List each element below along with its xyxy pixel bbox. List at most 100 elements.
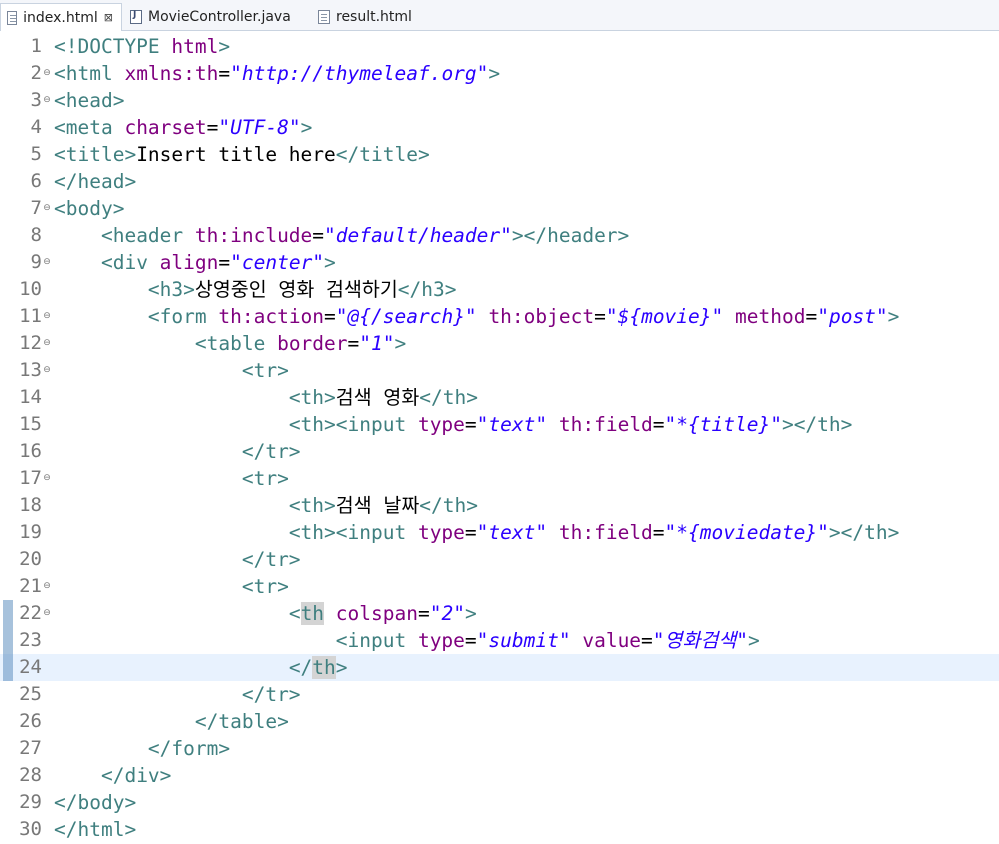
code-token: </h3> <box>397 278 457 301</box>
code-line[interactable]: 27 </form> <box>0 735 999 762</box>
code-token: type <box>417 413 465 436</box>
code-line[interactable]: 1 <!DOCTYPE html> <box>0 33 999 60</box>
code-line[interactable]: 18 <th>검색 날짜</th> <box>0 492 999 519</box>
code-token: <th><input <box>288 521 418 544</box>
code-token: <input <box>335 629 418 652</box>
code-line[interactable]: 11 ⊖ <form th:action="@{/search}" th:obje… <box>0 303 999 330</box>
code-token: = <box>218 251 231 274</box>
code-token: = <box>312 224 325 247</box>
fold-toggle-icon[interactable]: ⊖ <box>42 465 52 492</box>
code-line[interactable]: 10 <h3>상영중인 영화 검색하기</h3> <box>0 276 999 303</box>
code-line[interactable]: 19 <th><input type="text" th:field="*{mo… <box>0 519 999 546</box>
fold-toggle-icon[interactable]: ⊖ <box>42 330 52 357</box>
code-text: <div align="center"> <box>54 249 336 276</box>
code-line[interactable]: 23 <input type="submit" value="영화검색"> <box>0 627 999 654</box>
code-token: <head> <box>54 89 125 112</box>
code-text: <table border="1"> <box>54 330 406 357</box>
code-token: th:object <box>488 305 595 328</box>
code-line[interactable]: 17 ⊖ <tr> <box>0 465 999 492</box>
code-line[interactable]: 15 <th><input type="text" th:field="*{ti… <box>0 411 999 438</box>
code-token: <th> <box>288 386 336 409</box>
code-token: = <box>347 332 360 355</box>
code-line[interactable]: 30 </html> <box>0 816 999 843</box>
code-line[interactable]: 22 ⊖ <th colspan="2"> <box>0 600 999 627</box>
line-number: 16 <box>19 440 42 462</box>
line-number: 14 <box>19 386 42 408</box>
tab-index-html[interactable]: index.html ⊠ <box>0 3 122 31</box>
code-token: "*{moviedate}" <box>664 521 829 544</box>
line-number: 3 <box>30 89 42 111</box>
code-token: type <box>417 521 465 544</box>
code-text: </div> <box>54 762 171 789</box>
line-number: 9 <box>30 251 42 273</box>
code-text: <meta charset="UTF-8"> <box>54 114 312 141</box>
line-number: 13 <box>19 359 42 381</box>
code-line[interactable]: 16 </tr> <box>0 438 999 465</box>
code-text: </table> <box>54 708 289 735</box>
code-text: <th>검색 날짜</th> <box>54 492 478 519</box>
code-text: <tr> <box>54 357 289 384</box>
code-token: align <box>159 251 219 274</box>
code-text: <th>검색 영화</th> <box>54 384 478 411</box>
code-token: <header <box>100 224 195 247</box>
code-line[interactable]: 12 ⊖ <table border="1"> <box>0 330 999 357</box>
fold-toggle-icon[interactable]: ⊖ <box>42 573 52 600</box>
code-line[interactable]: 2 ⊖ <html xmlns:th="http://thymeleaf.org"> <box>0 60 999 87</box>
line-number: 10 <box>19 278 42 300</box>
line-number: 27 <box>19 737 42 759</box>
fold-toggle-icon[interactable]: ⊖ <box>42 600 52 627</box>
code-line[interactable]: 4 <meta charset="UTF-8"> <box>0 114 999 141</box>
code-text: <input type="submit" value="영화검색"> <box>54 627 760 654</box>
code-token: </tr> <box>241 683 301 706</box>
code-token: <html <box>54 62 125 85</box>
code-token: <h3> <box>147 278 195 301</box>
code-line[interactable]: 29 </body> <box>0 789 999 816</box>
code-token: > <box>324 251 336 274</box>
change-marker <box>3 600 13 627</box>
code-line[interactable]: 7 ⊖ <body> <box>0 195 999 222</box>
fold-toggle-icon[interactable]: ⊖ <box>42 357 52 384</box>
code-text: </html> <box>54 816 136 843</box>
code-token: </title> <box>335 143 430 166</box>
code-token: type <box>417 629 465 652</box>
code-text: <body> <box>54 195 124 222</box>
code-token: </th> <box>419 386 478 409</box>
code-line[interactable]: 21 ⊖ <tr> <box>0 573 999 600</box>
code-text: </head> <box>54 168 136 195</box>
code-text: </th> <box>54 654 348 681</box>
code-line[interactable]: 13 ⊖ <tr> <box>0 357 999 384</box>
fold-toggle-icon[interactable]: ⊖ <box>42 60 52 87</box>
line-number: 25 <box>19 683 42 705</box>
code-token: = <box>218 62 231 85</box>
code-token: </tr> <box>241 440 301 463</box>
code-line[interactable]: 14 <th>검색 영화</th> <box>0 384 999 411</box>
tab-moviecontroller-java[interactable]: MovieController.java <box>124 4 304 30</box>
code-token: th <box>312 656 336 679</box>
code-line[interactable]: 5 <title>Insert title here</title> <box>0 141 999 168</box>
code-line[interactable]: 9 ⊖ <div align="center"> <box>0 249 999 276</box>
fold-toggle-icon[interactable]: ⊖ <box>42 249 52 276</box>
code-line[interactable]: 24 </th> <box>0 654 999 681</box>
fold-toggle-icon[interactable]: ⊖ <box>42 195 52 222</box>
tab-result-html[interactable]: result.html <box>312 4 422 30</box>
close-icon[interactable]: ⊠ <box>104 11 113 24</box>
code-line[interactable]: 8 <header th:include="default/header"></… <box>0 222 999 249</box>
code-line[interactable]: 20 </tr> <box>0 546 999 573</box>
code-line[interactable]: 26 </table> <box>0 708 999 735</box>
code-line[interactable]: 28 </div> <box>0 762 999 789</box>
code-line[interactable]: 25 </tr> <box>0 681 999 708</box>
code-line[interactable]: 6 </head> <box>0 168 999 195</box>
code-text: <title>Insert title here</title> <box>54 141 430 168</box>
fold-toggle-icon[interactable]: ⊖ <box>42 303 52 330</box>
code-line[interactable]: 3 ⊖ <head> <box>0 87 999 114</box>
fold-toggle-icon[interactable]: ⊖ <box>42 87 52 114</box>
code-editor[interactable]: 1 <!DOCTYPE html> 2 ⊖ <html xmlns:th="http:/… <box>0 31 999 844</box>
code-token: method <box>735 305 806 328</box>
